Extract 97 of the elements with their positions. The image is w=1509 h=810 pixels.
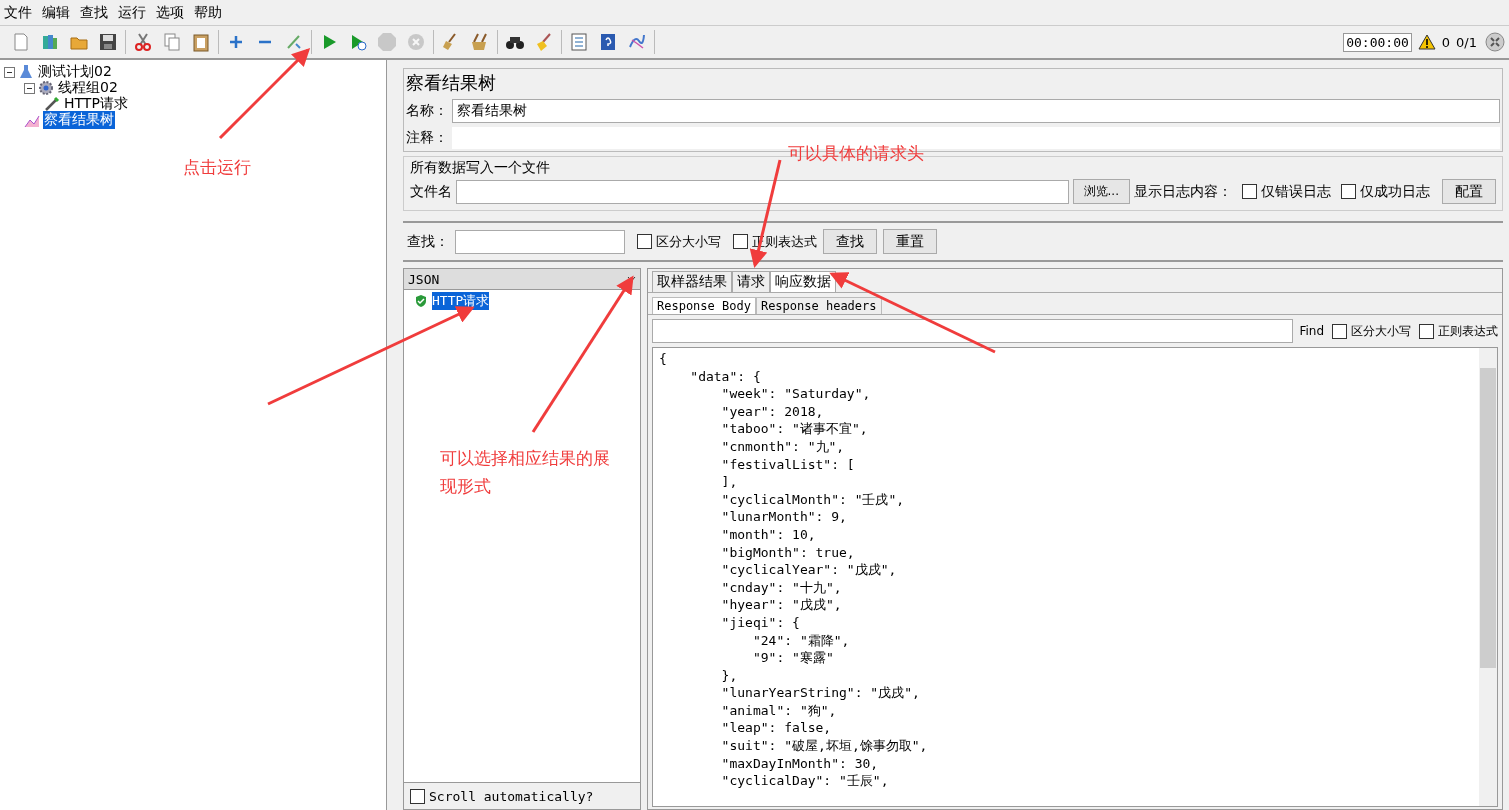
warning-count: 0 xyxy=(1441,34,1451,50)
code-line: "lunarMonth": 9, xyxy=(720,508,848,526)
annotation-text: 点击运行 xyxy=(183,156,251,179)
books-icon xyxy=(40,32,60,52)
checkbox[interactable] xyxy=(733,234,748,249)
tab[interactable]: 取样器结果 xyxy=(652,271,732,292)
minus-icon xyxy=(258,40,272,44)
menu-item[interactable]: 查找 xyxy=(80,3,108,22)
field-label: 显示日志内容： xyxy=(1134,182,1232,201)
code-line: "festivalList": [ xyxy=(720,455,856,474)
configure-button[interactable]: 配置 xyxy=(1442,179,1496,204)
checkbox-label: 正则表达式 xyxy=(1438,322,1498,340)
field-label: 文件名 xyxy=(410,182,452,201)
code-line: "suit": "破屋,坏垣,馀事勿取", xyxy=(720,737,929,755)
checkbox[interactable] xyxy=(1332,323,1347,339)
code-line: "maxDayInMonth": 30, xyxy=(720,754,880,773)
renderer-select[interactable]: JSON xyxy=(404,269,640,290)
warning-icon xyxy=(1417,34,1436,50)
field-label: 注释： xyxy=(406,129,448,147)
code-line: "jieqi": { xyxy=(720,613,801,632)
stop-icon xyxy=(377,32,397,52)
tab[interactable]: Response Body xyxy=(652,297,756,314)
flask-icon xyxy=(18,64,34,80)
code-line: ], xyxy=(720,473,739,491)
code-line: "week": "Saturday", xyxy=(720,385,872,403)
code-line: "cyclicalDay": "壬辰", xyxy=(720,772,890,790)
field-label: 名称： xyxy=(406,102,448,120)
gear-icon xyxy=(38,80,54,96)
code-line: "bigMonth": true, xyxy=(720,543,856,562)
help-icon xyxy=(598,32,618,52)
tab[interactable]: Response headers xyxy=(755,297,882,314)
name-field[interactable]: 察看结果树 xyxy=(452,99,1500,123)
brooms-icon xyxy=(470,32,490,52)
caret-icon xyxy=(627,276,636,282)
menu-item[interactable]: 文件 xyxy=(4,3,32,22)
checkbox[interactable] xyxy=(1419,323,1434,339)
tree-item[interactable]: 察看结果树 xyxy=(43,111,115,129)
tree-item[interactable]: 测试计划02 xyxy=(37,63,113,81)
copy-icon xyxy=(162,32,182,52)
code-line: "cyclicalMonth": "壬戌", xyxy=(720,490,906,509)
menu-item[interactable]: 运行 xyxy=(118,3,146,22)
result-item[interactable]: HTTP请求 xyxy=(432,292,490,310)
status-icon xyxy=(1485,32,1505,52)
scrollbar[interactable] xyxy=(1479,348,1497,806)
find-label: Find xyxy=(1299,324,1324,338)
code-line: "cnday": "十九", xyxy=(720,578,843,597)
search-field[interactable] xyxy=(455,229,625,254)
checkbox-label: 仅成功日志 xyxy=(1360,182,1430,201)
checkbox[interactable] xyxy=(637,234,652,249)
tree-item[interactable]: HTTP请求 xyxy=(63,95,129,113)
menu-item[interactable]: 选项 xyxy=(156,3,184,22)
close-circle-icon xyxy=(406,32,426,52)
menu-item[interactable]: 编辑 xyxy=(42,3,70,22)
scissors-icon xyxy=(133,32,153,52)
field-label: 查找： xyxy=(407,232,449,251)
panel-title: 察看结果树 xyxy=(406,71,497,95)
checkbox-label: 区分大小写 xyxy=(656,232,721,251)
swirl-icon xyxy=(627,32,647,52)
checkbox[interactable] xyxy=(1242,184,1257,199)
tab[interactable]: 请求 xyxy=(732,271,770,292)
save-icon xyxy=(98,32,118,52)
checkbox-label: 仅错误日志 xyxy=(1261,182,1331,201)
collapse-toggle-icon[interactable] xyxy=(4,66,15,78)
list-icon xyxy=(569,32,589,52)
menu-item[interactable]: 帮助 xyxy=(194,3,222,22)
new-file-icon xyxy=(11,32,31,52)
code-line: }, xyxy=(720,666,739,685)
checkbox[interactable] xyxy=(1341,184,1356,199)
tree-item[interactable]: 线程组02 xyxy=(57,79,119,97)
code-line: "9": "寒露" xyxy=(751,649,835,667)
code-line: "cnmonth": "九", xyxy=(720,437,846,456)
reset-button[interactable]: 重置 xyxy=(883,229,937,254)
elapsed-timer: 00:00:00 xyxy=(1343,32,1412,52)
annotation-text: 可以选择相应结果的展现形式 xyxy=(440,447,611,498)
find-button[interactable]: 查找 xyxy=(823,229,877,254)
find-field[interactable] xyxy=(652,319,1294,343)
checkbox[interactable] xyxy=(410,788,425,804)
broom-icon xyxy=(534,32,554,52)
code-line: "cyclicalYear": "戊戌", xyxy=(720,561,898,579)
code-line: "year": 2018, xyxy=(720,402,825,421)
filename-field[interactable] xyxy=(456,179,1069,204)
tab[interactable]: 响应数据 xyxy=(770,271,836,292)
browse-button[interactable]: 浏览... xyxy=(1072,179,1130,204)
code-line: { xyxy=(659,350,668,368)
thread-count: 0/1 xyxy=(1456,34,1477,50)
code-line: "24": "霜降", xyxy=(751,631,851,650)
code-line: "lunarYearString": "戊戌", xyxy=(720,684,921,702)
checkbox-label: 区分大小写 xyxy=(1351,322,1411,340)
checkbox-label: Scroll automatically? xyxy=(429,788,594,804)
code-line: "data": { xyxy=(689,367,762,386)
clipboard-icon xyxy=(191,32,211,52)
code-line: "animal": "狗", xyxy=(720,701,838,720)
code-line: "hyear": "戊戌", xyxy=(720,596,843,614)
code-line: "leap": false, xyxy=(720,719,833,738)
code-line: "month": 10, xyxy=(720,525,817,544)
collapse-toggle-icon[interactable] xyxy=(24,82,35,94)
code-line: "taboo": "诸事不宜", xyxy=(720,420,869,438)
